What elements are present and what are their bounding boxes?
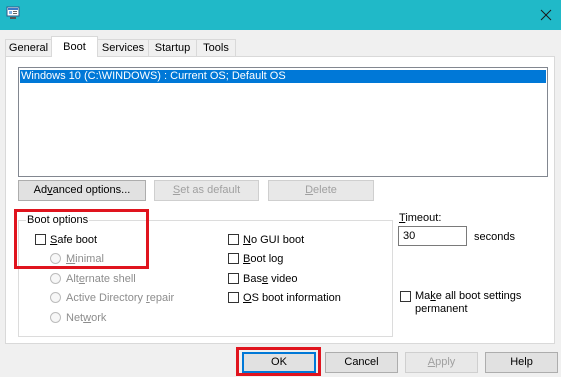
advanced-options-label-c: anced options... — [52, 184, 131, 196]
tab-general[interactable]: General — [5, 39, 52, 56]
tab-startup[interactable]: Startup — [148, 39, 197, 56]
base-video-label: Base video — [243, 272, 297, 286]
timeout-input[interactable]: 30 — [398, 226, 467, 246]
network-label: Network — [66, 311, 106, 325]
tab-boot[interactable]: Boot — [51, 36, 98, 57]
minimal-radio[interactable] — [50, 253, 61, 264]
os-list[interactable]: Windows 10 (C:\WINDOWS) : Current OS; De… — [18, 67, 548, 177]
boot-log-label: Boot log — [243, 252, 283, 266]
make-permanent-label-d: permanent — [415, 303, 468, 315]
tab-services[interactable]: Services — [97, 39, 149, 56]
timeout-label: Timeout: — [399, 212, 441, 225]
apply-label-b: A — [427, 356, 436, 368]
os-boot-info-label-c: S boot information — [251, 292, 341, 304]
ok-button[interactable]: OK — [242, 352, 316, 373]
timeout-label-c: imeout: — [405, 212, 442, 224]
no-gui-boot-label-c: o GUI boot — [250, 234, 305, 246]
no-gui-boot-label-b: N — [243, 234, 251, 246]
safe-boot-checkbox[interactable] — [35, 234, 46, 245]
apply-button[interactable]: Apply — [405, 352, 478, 373]
tab-tools[interactable]: Tools — [196, 39, 236, 56]
advanced-options-button[interactable]: Advanced options... — [18, 180, 146, 201]
close-icon — [540, 9, 552, 21]
base-video-label-a: Bas — [243, 273, 262, 285]
tab-general-label: General — [8, 42, 49, 54]
network-label-a: Net — [66, 312, 84, 324]
tab-startup-label: Startup — [154, 42, 191, 54]
safe-boot-label: Safe boot — [50, 233, 97, 247]
os-boot-info-checkbox[interactable] — [228, 292, 239, 303]
no-gui-boot-checkbox[interactable] — [228, 234, 239, 245]
set-as-default-label-c: et as default — [180, 184, 241, 196]
ad-repair-label-a: Active Directory — [66, 292, 147, 304]
minimal-label-c: inimal — [75, 253, 104, 265]
app-icon — [6, 6, 20, 20]
apply-label-c: pply — [435, 356, 456, 368]
network-label-c: ork — [91, 312, 107, 324]
make-permanent-label-a: Ma — [415, 290, 431, 302]
network-label-b: w — [83, 312, 92, 324]
alternate-shell-label-a: Alt — [66, 273, 79, 285]
tab-tools-label: Tools — [203, 42, 229, 54]
ad-repair-label-c: epair — [149, 292, 175, 304]
ad-repair-radio[interactable] — [50, 292, 61, 303]
no-gui-boot-label: No GUI boot — [243, 233, 304, 247]
system-configuration-window: General Boot Services Startup Tools Wind… — [0, 0, 561, 377]
timeout-unit: seconds — [474, 231, 515, 243]
network-radio[interactable] — [50, 312, 61, 323]
base-video-checkbox[interactable] — [228, 273, 239, 284]
os-boot-info-label: OS boot information — [243, 291, 341, 305]
os-list-item[interactable]: Windows 10 (C:\WINDOWS) : Current OS; De… — [20, 70, 546, 83]
tab-services-label: Services — [101, 42, 145, 54]
safe-boot-label-c: afe boot — [57, 234, 98, 246]
boot-log-checkbox[interactable] — [228, 253, 239, 264]
set-as-default-button[interactable]: Set as default — [154, 180, 259, 201]
make-permanent-label-c: e all boot settings — [435, 290, 522, 302]
alternate-shell-radio[interactable] — [50, 273, 61, 284]
make-permanent-checkbox[interactable] — [400, 291, 411, 302]
minimal-label: Minimal — [66, 252, 104, 266]
title-bar[interactable] — [0, 0, 561, 30]
make-permanent-label: Make all boot settings permanent — [415, 290, 521, 316]
help-button[interactable]: Help — [485, 352, 558, 373]
delete-button[interactable]: Delete — [268, 180, 374, 201]
alternate-shell-label-c: rnate shell — [84, 273, 136, 285]
delete-label-b: D — [305, 184, 314, 196]
alternate-shell-label: Alternate shell — [66, 272, 136, 286]
ad-repair-label: Active Directory repair — [66, 291, 174, 305]
base-video-label-c: video — [268, 273, 298, 285]
tab-boot-label: Boot — [63, 41, 86, 53]
boot-options-group: Boot options Safe boot Minimal Alternate… — [18, 214, 393, 337]
minimal-label-b: M — [66, 253, 76, 265]
boot-options-title: Boot options — [26, 214, 90, 226]
boot-tab-panel: Windows 10 (C:\WINDOWS) : Current OS; De… — [5, 56, 555, 344]
close-button[interactable] — [531, 0, 561, 30]
delete-label-c: elete — [313, 184, 337, 196]
advanced-options-label-a: Ad — [33, 184, 48, 196]
os-boot-info-label-b: O — [243, 292, 252, 304]
boot-log-label-c: oot log — [250, 253, 284, 265]
cancel-button[interactable]: Cancel — [325, 352, 398, 373]
